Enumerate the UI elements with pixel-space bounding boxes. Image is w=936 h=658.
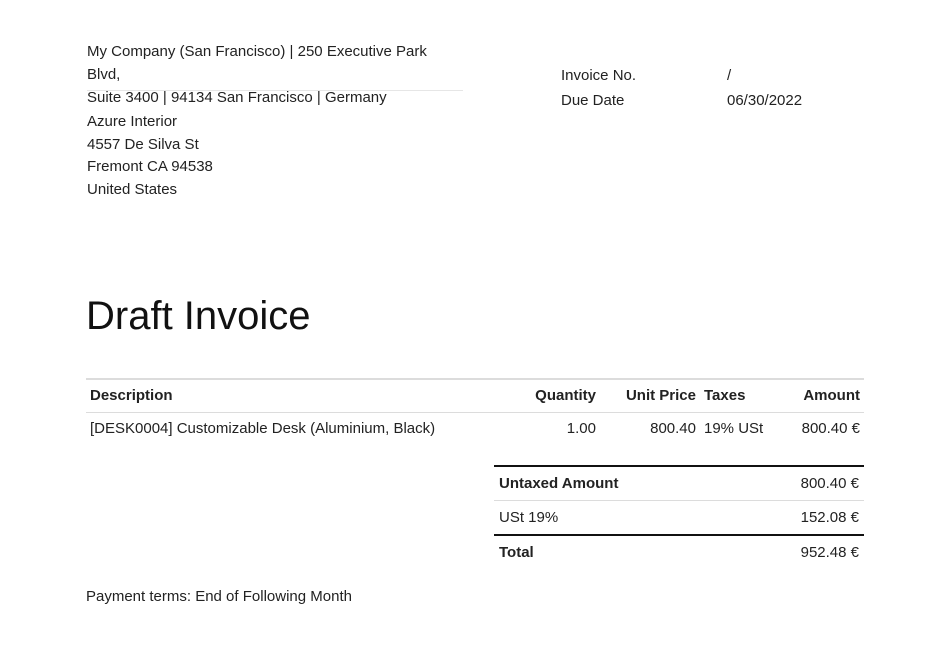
line-unit-price: 800.40 [650,420,696,438]
payment-terms: Payment terms: End of Following Month [86,588,352,605]
column-header-quantity: Quantity [506,378,600,413]
column-header-amount: Amount [780,378,864,413]
column-header-taxes: Taxes [700,378,780,413]
line-amount: 800.40 € [801,420,860,438]
due-date-label: Due Date [561,92,625,109]
line-description: [DESK0004] Customizable Desk (Aluminium,… [90,420,436,438]
untaxed-amount-value: 800.40 € [736,465,864,501]
line-taxes: 19% USt [704,420,764,438]
company-address-line: My Company (San Francisco) | 250 Executi… [87,43,427,83]
invoice-meta: Invoice No. / Due Date 06/30/2022 [561,65,821,115]
column-header-description: Description [86,378,506,413]
invoice-number-value: / [727,67,732,84]
total-label: Total [494,534,737,569]
tax-label: USt 19% [494,500,737,535]
customer-city: Fremont CA 94538 [87,158,213,175]
customer-country: United States [87,180,178,198]
table-header-row: Description Quantity Unit Price Taxes Am… [86,378,864,413]
due-date-row: Due Date 06/30/2022 [561,90,821,115]
untaxed-amount-row: Untaxed Amount 800.40 € [494,465,864,501]
divider [87,90,463,91]
customer-name: Azure Interior [87,113,178,130]
table-row: [DESK0004] Customizable Desk (Aluminium,… [86,412,864,445]
invoice-number-row: Invoice No. / [561,65,821,90]
total-value: 952.48 € [736,534,864,569]
column-header-unit-price: Unit Price [600,378,700,413]
customer-street: 4557 De Silva St [87,135,199,153]
customer-address: Azure Interior 4557 De Silva St Fremont … [87,111,213,201]
invoice-number-label: Invoice No. [561,67,637,84]
due-date-value: 06/30/2022 [727,92,803,109]
tax-row: USt 19% 152.08 € [494,500,864,535]
company-address: My Company (San Francisco) | 250 Executi… [87,40,463,109]
line-quantity: 1.00 [566,420,596,438]
untaxed-amount-label: Untaxed Amount [494,465,737,501]
page-title: Draft Invoice [86,294,311,338]
invoice-lines-table: Description Quantity Unit Price Taxes Am… [86,378,864,445]
tax-value: 152.08 € [736,500,864,535]
total-row: Total 952.48 € [494,534,864,569]
totals-table: Untaxed Amount 800.40 € USt 19% 152.08 €… [494,465,864,569]
